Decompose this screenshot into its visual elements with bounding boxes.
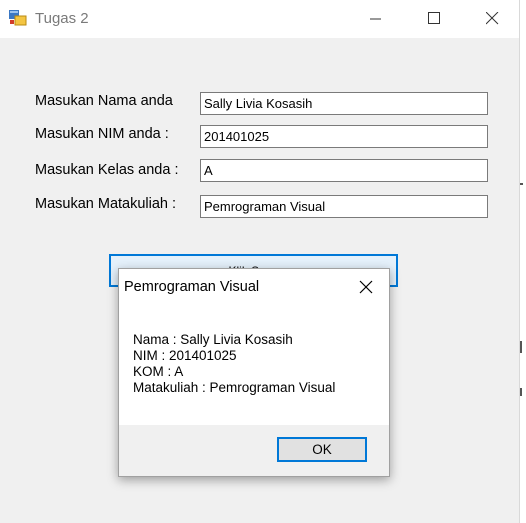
dialog-line-nim: NIM : 201401025 bbox=[133, 348, 237, 363]
nim-input[interactable]: 201401025 bbox=[200, 125, 488, 148]
matakuliah-input[interactable]: Pemrograman Visual bbox=[200, 195, 488, 218]
edge-divider bbox=[520, 388, 522, 396]
edge-divider bbox=[520, 183, 523, 185]
close-icon bbox=[359, 280, 373, 294]
minimize-button[interactable] bbox=[354, 0, 400, 38]
dialog-footer: OK bbox=[119, 425, 389, 476]
maximize-icon bbox=[428, 12, 440, 24]
nim-label: Masukan NIM anda : bbox=[35, 126, 169, 142]
dialog-line-kom: KOM : A bbox=[133, 364, 184, 379]
dialog-line-nama: Nama : Sally Livia Kosasih bbox=[133, 332, 293, 347]
edge-divider bbox=[520, 341, 522, 353]
kelas-label: Masukan Kelas anda : bbox=[35, 162, 179, 178]
title-bar[interactable]: Tugas 2 bbox=[0, 0, 519, 38]
nama-input[interactable]: Sally Livia Kosasih bbox=[200, 92, 488, 115]
close-button[interactable] bbox=[470, 0, 516, 38]
dialog-message: Nama : Sally Livia Kosasih NIM : 2014010… bbox=[133, 332, 335, 396]
nama-label: Masukan Nama anda bbox=[35, 93, 173, 109]
message-dialog: Pemrograman Visual Nama : Sally Livia Ko… bbox=[118, 268, 390, 477]
dialog-title: Pemrograman Visual bbox=[124, 279, 260, 295]
ok-button[interactable]: OK bbox=[277, 437, 367, 462]
dialog-line-matakuliah: Matakuliah : Pemrograman Visual bbox=[133, 380, 336, 395]
window-title: Tugas 2 bbox=[35, 10, 89, 27]
app-icon bbox=[9, 10, 27, 26]
close-icon bbox=[486, 12, 499, 25]
minimize-icon bbox=[370, 18, 381, 20]
kelas-input[interactable]: A bbox=[200, 159, 488, 182]
matakuliah-label: Masukan Matakuliah : bbox=[35, 196, 177, 212]
dialog-close-button[interactable] bbox=[358, 279, 374, 295]
maximize-button[interactable] bbox=[412, 0, 458, 38]
